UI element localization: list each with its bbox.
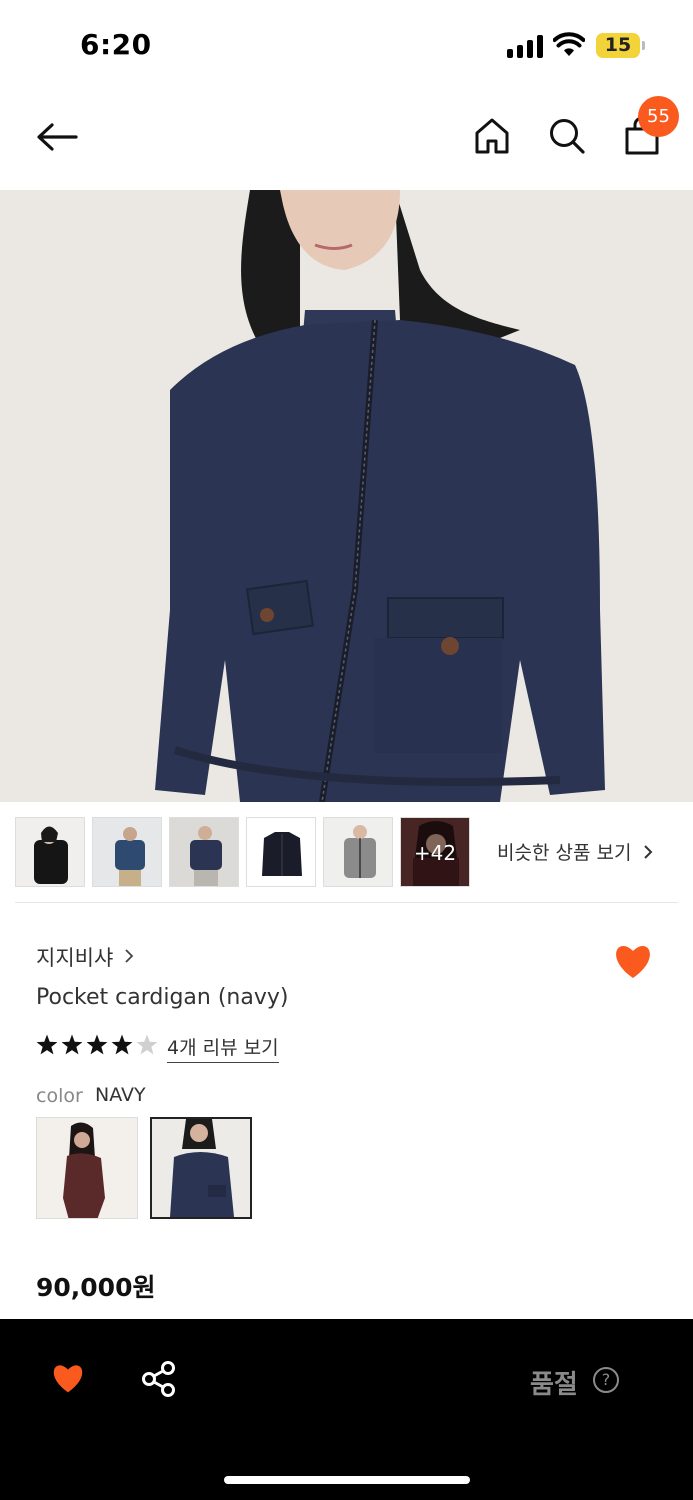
home-icon[interactable] xyxy=(474,117,510,155)
similar-products-link[interactable]: 비슷한 상품 보기 xyxy=(497,838,654,865)
bottom-action-bar xyxy=(0,1319,693,1500)
product-price: 90,000원 xyxy=(36,1273,156,1302)
product-main-image[interactable] xyxy=(0,190,693,802)
battery-indicator: 15 xyxy=(596,33,640,58)
color-swatch-image xyxy=(152,1119,250,1217)
thumbnail-2[interactable] xyxy=(92,817,162,887)
stars-svg xyxy=(36,1034,158,1055)
wishlist-heart-icon[interactable] xyxy=(612,942,654,980)
search-icon[interactable] xyxy=(548,117,586,155)
divider xyxy=(15,902,678,903)
color-label: color xyxy=(36,1085,83,1107)
cellular-signal-icon xyxy=(507,34,543,58)
thumbnail-image xyxy=(93,818,161,886)
rating-stars xyxy=(36,1033,160,1057)
wifi-icon xyxy=(553,32,585,56)
thumbnail-4[interactable] xyxy=(246,817,316,887)
thumbnail-3[interactable] xyxy=(169,817,239,887)
star-icon xyxy=(36,1034,58,1055)
star-icon xyxy=(86,1034,108,1055)
thumbnail-more[interactable]: +42 xyxy=(400,817,470,887)
thumbnail-image xyxy=(247,818,315,886)
thumbnail-5[interactable] xyxy=(323,817,393,887)
share-icon[interactable] xyxy=(140,1360,178,1398)
status-time: 6:20 xyxy=(80,28,152,61)
battery-tip xyxy=(642,41,645,50)
heart-icon[interactable] xyxy=(50,1362,86,1394)
star-icon xyxy=(61,1034,83,1055)
home-indicator xyxy=(224,1476,470,1484)
color-swatch-image xyxy=(37,1118,137,1218)
brand-name: 지지비샤 xyxy=(36,946,114,970)
star-icon xyxy=(111,1034,133,1055)
status-bar: 6:20 15 xyxy=(0,0,693,92)
star-icon xyxy=(136,1034,158,1055)
similar-products-label: 비슷한 상품 보기 xyxy=(497,842,632,864)
thumbnail-1[interactable] xyxy=(15,817,85,887)
back-arrow-icon[interactable] xyxy=(36,122,78,152)
selected-color: NAVY xyxy=(95,1084,146,1106)
more-images-count: +42 xyxy=(401,818,469,886)
thumbnail-image xyxy=(324,818,392,886)
chevron-right-icon xyxy=(125,949,134,963)
help-icon[interactable]: ? xyxy=(593,1367,619,1393)
product-name: Pocket cardigan (navy) xyxy=(36,985,289,1010)
color-option-burgundy[interactable] xyxy=(36,1117,138,1219)
thumbnail-image xyxy=(16,818,84,886)
chevron-right-icon xyxy=(643,845,652,859)
color-option-navy[interactable] xyxy=(150,1117,252,1219)
thumbnail-image xyxy=(170,818,238,886)
reviews-link[interactable]: 4개 리뷰 보기 xyxy=(167,1033,279,1063)
cart-count-badge[interactable]: 55 xyxy=(638,96,679,137)
soldout-button[interactable]: 품절 xyxy=(530,1364,578,1401)
brand-link[interactable]: 지지비샤 xyxy=(36,942,134,972)
nav-bar xyxy=(0,92,693,190)
product-photo xyxy=(0,190,693,802)
